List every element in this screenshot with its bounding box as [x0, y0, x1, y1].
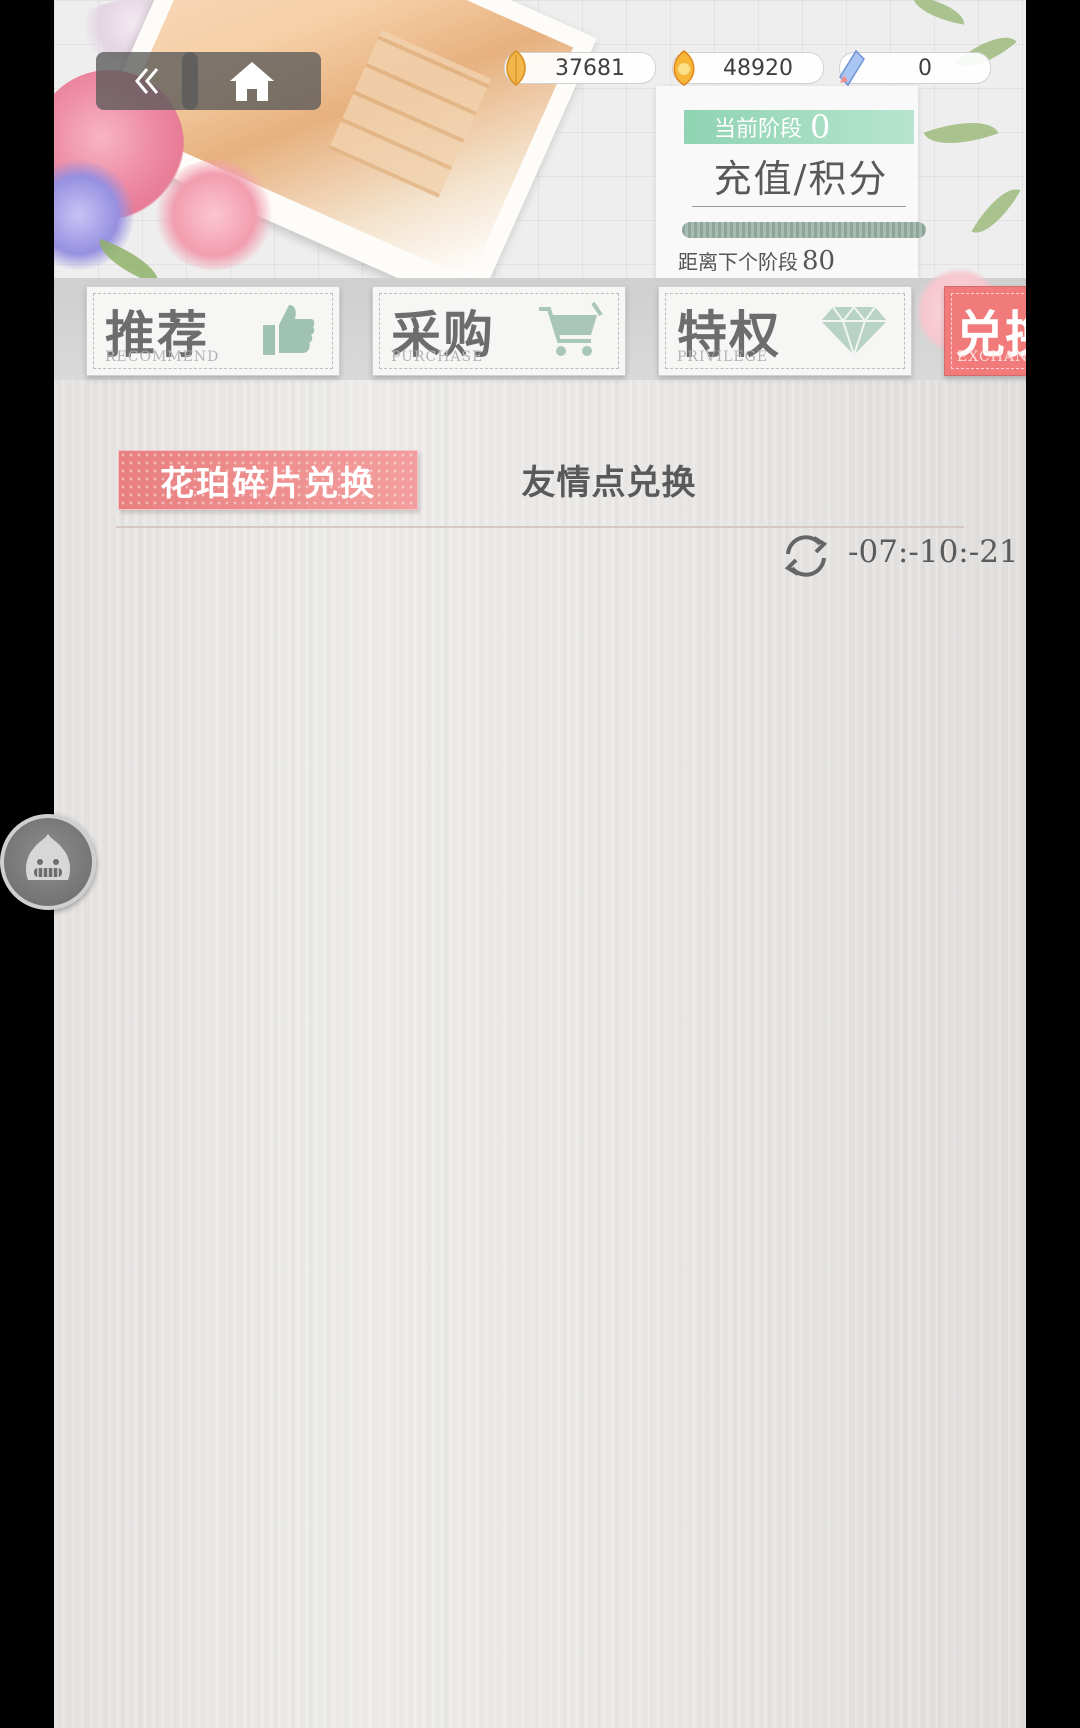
home-icon — [229, 62, 274, 101]
subtab-divider — [116, 526, 964, 528]
tab-purchase[interactable]: 采购 PURCHASE — [372, 286, 626, 376]
subtab-amber-fragment-exchange[interactable]: 花珀碎片兑换 — [118, 450, 418, 510]
tab-exchange[interactable]: 兑换 EXCHANGE — [944, 286, 1026, 376]
stage-divider — [692, 206, 906, 207]
stage-title: 充值/积分 — [713, 157, 889, 201]
blue-crystal-icon — [839, 49, 865, 87]
refresh-timer: -07:-10:-21 — [848, 534, 1019, 570]
stage-current: 0 — [810, 108, 831, 146]
banner-leaf — [909, 0, 968, 25]
stage-next: 距离下个阶段 80 — [678, 246, 835, 276]
stage-label: 当前阶段 — [714, 117, 803, 142]
tab-sublabel: EXCHANGE — [957, 349, 1026, 365]
tab-privilege[interactable]: 特权 PRIVILEGE — [658, 286, 912, 376]
currency-amber[interactable]: 37681 — [504, 50, 656, 86]
diamond-icon — [821, 305, 887, 359]
stage-next-label: 距离下个阶段 — [678, 250, 798, 274]
banner-leaf — [923, 108, 999, 158]
stage-bar: 当前阶段 0 — [684, 108, 914, 146]
banner-flower — [154, 160, 274, 270]
tab-sublabel: RECOMMEND — [105, 349, 220, 365]
stage-next-value: 80 — [802, 246, 836, 276]
home-button[interactable] — [182, 52, 321, 110]
refresh-icon[interactable] — [780, 532, 832, 580]
double-chevron-left-icon — [135, 68, 159, 94]
floating-assistant-button[interactable] — [0, 814, 96, 910]
ghost-face-icon — [26, 834, 70, 880]
tab-sublabel: PRIVILEGE — [677, 349, 769, 365]
stage-card[interactable]: 当前阶段 0 充值/积分 距离下个阶段 80 — [656, 86, 926, 282]
tab-sublabel: PURCHASE — [391, 349, 484, 365]
currency-crystal[interactable]: 0 — [839, 49, 991, 87]
gold-leaf-icon — [673, 50, 695, 86]
tab-recommend[interactable]: 推荐 RECOMMEND — [86, 286, 340, 376]
thumbs-up-icon — [263, 305, 315, 355]
stage-progress-bar — [682, 222, 926, 238]
currency-gold[interactable]: 48920 — [672, 50, 824, 86]
cart-icon — [539, 301, 603, 356]
subtab-friendship-point-exchange[interactable]: 友情点兑换 — [494, 452, 724, 506]
amber-leaf-icon — [506, 50, 526, 86]
shop-screen: 37681 48920 0 当前阶段 0 充值/积分 距离下个阶段 80 推荐 R… — [54, 0, 1026, 1728]
banner-leaf — [971, 179, 1021, 243]
subtab-label: 花珀碎片兑换 — [160, 463, 376, 504]
